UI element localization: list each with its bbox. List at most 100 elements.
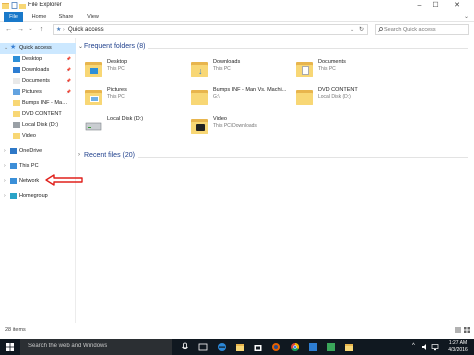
sidebar-item-dvd-content[interactable]: DVD CONTENT xyxy=(0,109,76,120)
sidebar-item-onedrive[interactable]: › OneDrive xyxy=(0,146,76,157)
ribbon-expand-chevron-icon[interactable]: ⌄ xyxy=(464,13,469,20)
search-box[interactable]: Search Quick access xyxy=(375,24,469,35)
sidebar-item-label: Homegroup xyxy=(19,193,48,199)
folder-tile[interactable]: Local Disk (D:) xyxy=(85,116,185,140)
folder-tile[interactable]: ↓ Downloads This PC xyxy=(191,59,291,83)
sidebar-item-label: OneDrive xyxy=(19,148,43,154)
sidebar-item-quick-access[interactable]: ⌄ ★ Quick access xyxy=(0,43,76,54)
clock[interactable]: 1:27 AM 4/3/2016 xyxy=(442,340,474,354)
folder-name: Bumps INF - Man Vs. Machi... xyxy=(213,87,287,93)
app-blue-icon[interactable] xyxy=(308,342,318,352)
sidebar-item-video[interactable]: Video xyxy=(0,131,76,142)
sidebar-item-documents[interactable]: Documents 📌 xyxy=(0,76,76,87)
download-folder-icon: ↓ xyxy=(191,60,208,77)
folder-location: This PC\Downloads xyxy=(213,123,257,129)
firefox-icon[interactable] xyxy=(271,342,281,352)
store-icon[interactable] xyxy=(253,342,263,352)
documents-icon xyxy=(13,78,20,84)
forward-button[interactable]: → xyxy=(16,25,25,34)
edge-browser-icon[interactable] xyxy=(217,342,227,352)
sidebar-item-homegroup[interactable]: › Homegroup xyxy=(0,191,76,202)
maximize-button[interactable]: ☐ xyxy=(428,0,443,12)
folder-icon xyxy=(296,88,313,105)
task-view-icon[interactable] xyxy=(198,342,208,352)
expand-chevron-icon[interactable]: › xyxy=(4,178,6,184)
app-green-icon[interactable] xyxy=(326,342,336,352)
frequent-folders-chevron-icon[interactable]: ⌄ xyxy=(78,43,83,50)
folder-location: This PC xyxy=(107,66,125,72)
taskbar: Search the web and Windows ^ 1:27 AM 4/3… xyxy=(0,339,474,355)
item-count: 28 items xyxy=(5,327,26,333)
up-button[interactable]: ↑ xyxy=(37,25,46,34)
app-folder-icon xyxy=(2,3,9,9)
back-button[interactable]: ← xyxy=(4,25,13,34)
tab-file[interactable]: File xyxy=(4,12,23,22)
sidebar-item-local-disk-d[interactable]: Local Disk (D:) xyxy=(0,120,76,131)
folder-tile[interactable]: Documents This PC xyxy=(296,59,396,83)
folder-tile[interactable]: DVD CONTENT Local Disk (D:) xyxy=(296,87,396,111)
expand-chevron-icon[interactable]: › xyxy=(4,148,6,154)
tab-view[interactable]: View xyxy=(82,12,104,22)
sidebar-item-label: This PC xyxy=(19,163,39,169)
sidebar-item-label: Desktop xyxy=(22,56,43,62)
folder-location: G:\ xyxy=(213,94,220,100)
expand-chevron-icon[interactable]: › xyxy=(4,193,6,199)
tab-share[interactable]: Share xyxy=(55,12,77,22)
refresh-icon[interactable]: ↻ xyxy=(359,26,364,34)
expand-chevron-icon[interactable]: ⌄ xyxy=(4,45,8,51)
sidebar-item-this-pc[interactable]: › This PC xyxy=(0,161,76,172)
taskbar-search[interactable]: Search the web and Windows xyxy=(20,339,172,355)
expand-chevron-icon[interactable]: › xyxy=(4,163,6,169)
pin-icon: 📌 xyxy=(66,89,71,94)
folder-icon xyxy=(13,111,20,117)
sidebar-item-label: Pictures xyxy=(22,89,42,95)
folder-tile[interactable]: Desktop This PC xyxy=(85,59,185,83)
sidebar-item-label: Downloads xyxy=(22,67,50,73)
drive-icon xyxy=(85,117,102,134)
address-field[interactable]: ★ › Quick access ⌄ ↻ xyxy=(53,24,368,35)
recent-files-chevron-icon[interactable]: › xyxy=(78,152,80,158)
properties-icon[interactable] xyxy=(11,2,18,9)
large-icons-view-icon[interactable] xyxy=(464,327,470,333)
folder-icon xyxy=(13,133,20,139)
sidebar-item-bumps-inf-man-v[interactable]: Bumps INF - Man V xyxy=(0,98,76,109)
chrome-icon[interactable] xyxy=(290,342,300,352)
folder-name: Documents xyxy=(318,59,346,65)
star-icon: ★ xyxy=(10,44,17,51)
folder-name: DVD CONTENT xyxy=(318,87,358,93)
windows-start-icon[interactable] xyxy=(0,339,20,355)
folder-location: This PC xyxy=(107,94,125,100)
close-button[interactable]: ✕ xyxy=(444,0,470,12)
details-view-icon[interactable] xyxy=(455,327,461,333)
tray-chevron-icon[interactable]: ^ xyxy=(412,343,415,349)
folder-name: Downloads xyxy=(213,59,241,65)
address-dropdown-icon[interactable]: ⌄ xyxy=(350,26,354,34)
microphone-icon[interactable] xyxy=(180,342,190,352)
folder-name: Pictures xyxy=(107,87,127,93)
recent-files-header[interactable]: Recent files (20) xyxy=(84,152,135,159)
app-folder-icon[interactable] xyxy=(344,342,354,352)
volume-icon[interactable] xyxy=(421,343,429,351)
folder-tile[interactable]: Video This PC\Downloads xyxy=(191,116,291,140)
breadcrumb-chevron-icon: › xyxy=(63,27,65,33)
file-explorer-icon[interactable] xyxy=(235,342,245,352)
folder-tile[interactable]: Bumps INF - Man Vs. Machi... G:\ xyxy=(191,87,291,111)
folder-icon xyxy=(191,117,208,134)
sidebar-item-label: Local Disk (D:) xyxy=(22,122,59,128)
frequent-folders-header[interactable]: Frequent folders (8) xyxy=(84,43,145,50)
folder-tile[interactable]: Pictures This PC xyxy=(85,87,185,111)
breadcrumb[interactable]: Quick access xyxy=(68,26,104,34)
recent-locations-chevron-icon[interactable]: ⌄ xyxy=(26,25,35,34)
minimize-button[interactable]: – xyxy=(412,0,427,12)
network-tray-icon[interactable] xyxy=(431,343,439,351)
sidebar-item-pictures[interactable]: Pictures 📌 xyxy=(0,87,76,98)
pictures-icon xyxy=(13,89,20,95)
sidebar-item-desktop[interactable]: Desktop 📌 xyxy=(0,54,76,65)
folder-location: Local Disk (D:) xyxy=(318,94,351,100)
tab-home[interactable]: Home xyxy=(28,12,50,22)
sidebar-item-downloads[interactable]: Downloads 📌 xyxy=(0,65,76,76)
onedrive-icon xyxy=(10,148,17,154)
pc-icon xyxy=(10,163,17,169)
new-folder-icon[interactable] xyxy=(19,2,26,9)
pin-icon: 📌 xyxy=(66,56,71,61)
